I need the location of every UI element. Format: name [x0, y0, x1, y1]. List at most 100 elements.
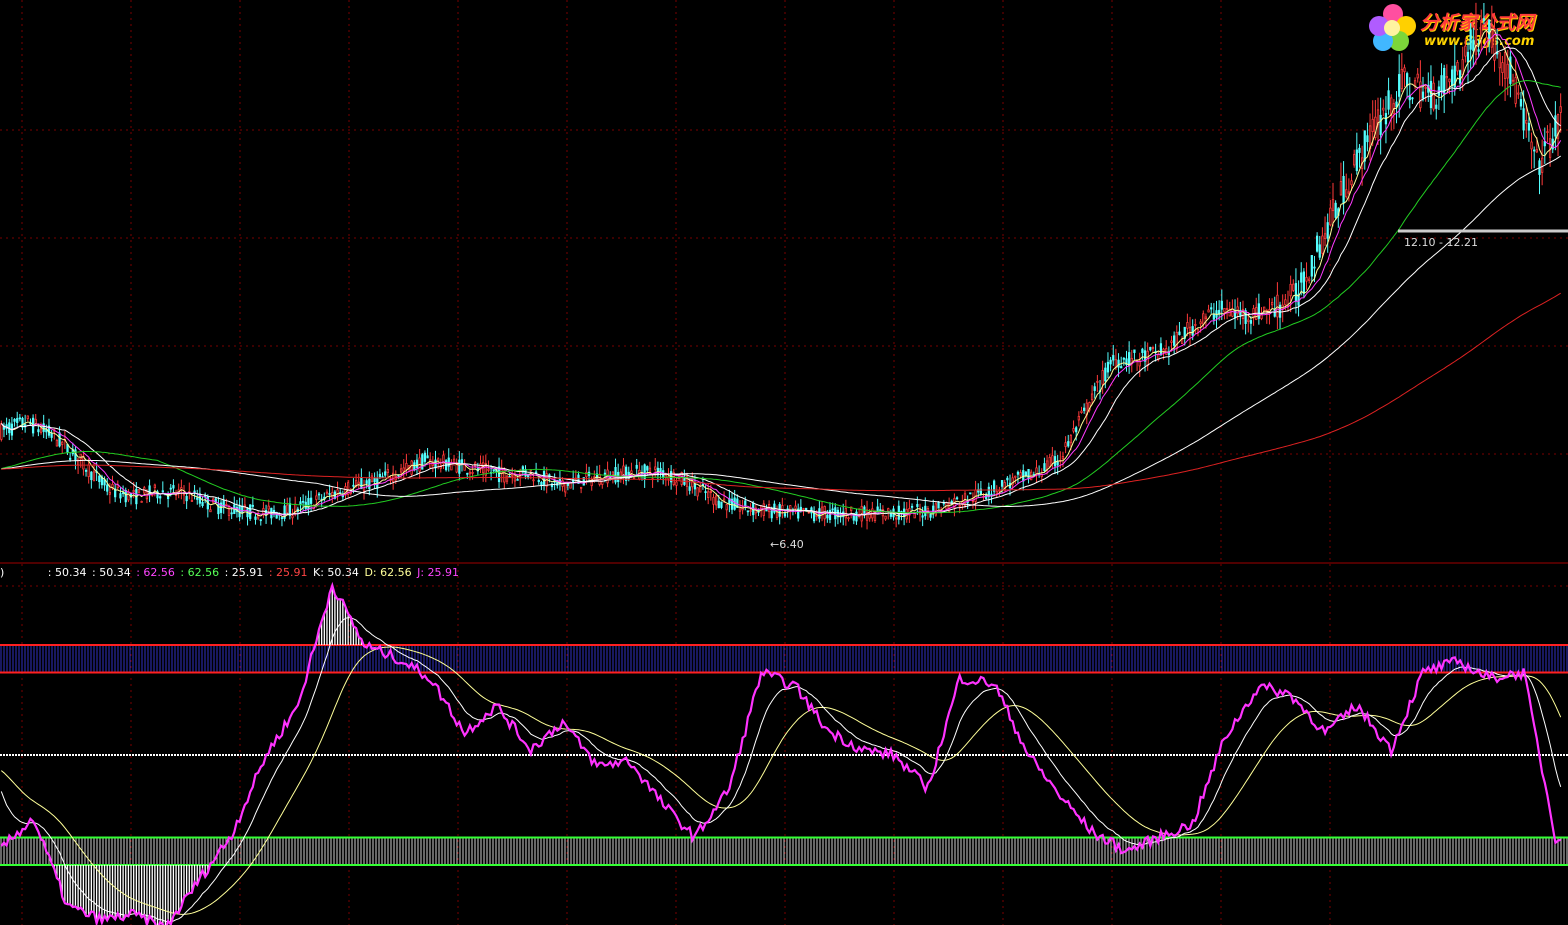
candle [1339, 162, 1343, 196]
candle-body [1379, 114, 1382, 135]
candle [1472, 27, 1475, 67]
candle-body [45, 429, 48, 433]
candle [18, 413, 21, 422]
candle-body [1329, 207, 1332, 226]
candle [1022, 464, 1025, 491]
candle-body [1493, 28, 1496, 61]
candle-body [415, 459, 419, 468]
candle-body [84, 470, 88, 472]
candle-body [1178, 331, 1181, 336]
candle-body [1276, 294, 1279, 318]
candle [90, 471, 93, 489]
candle [1122, 357, 1125, 366]
candle-body [1175, 332, 1178, 350]
candle-body [1220, 300, 1223, 310]
stock-chart: ←6.40 12.10 - 12.21 [0, 0, 1568, 925]
candle-body [1424, 86, 1427, 89]
candle [1085, 399, 1088, 425]
candle-body [280, 517, 284, 520]
grid-lines [0, 0, 1568, 925]
candle [990, 485, 993, 504]
candle [1016, 470, 1020, 484]
candle [889, 509, 892, 520]
candle [942, 499, 945, 507]
candle-body [423, 452, 427, 462]
candle [37, 425, 40, 437]
candle-body [1400, 69, 1403, 90]
candle-body [426, 455, 429, 459]
candle-body [794, 505, 797, 510]
candle [1464, 38, 1467, 63]
candle [1509, 50, 1512, 98]
candle-body [1162, 348, 1165, 352]
candle [283, 498, 286, 522]
candle-body [1345, 189, 1348, 198]
candle-body [360, 477, 363, 490]
candle-body [1173, 335, 1176, 346]
candle-body [688, 486, 691, 491]
candle [16, 411, 19, 429]
candle [1482, 3, 1486, 25]
candle [746, 510, 750, 516]
candle-body [1109, 359, 1112, 365]
candle-body [1101, 370, 1104, 385]
candle [1310, 255, 1313, 283]
candle [850, 506, 853, 519]
candle [161, 481, 164, 493]
candle-body [370, 475, 374, 483]
candle [1080, 406, 1083, 414]
candle-body [1554, 115, 1557, 137]
candle-body [847, 517, 850, 520]
candle-body [108, 492, 111, 495]
candle [1090, 385, 1094, 406]
candle [241, 498, 244, 520]
candle [384, 462, 387, 479]
candle [1477, 39, 1480, 58]
candle [288, 497, 292, 520]
candle-body [1289, 283, 1292, 297]
candle-body [61, 441, 64, 445]
candle [651, 474, 654, 488]
candle [460, 452, 464, 472]
candle [987, 482, 990, 505]
candle-body [540, 482, 543, 486]
candle [1210, 302, 1213, 314]
candle-body [717, 500, 720, 509]
candle-body [378, 473, 382, 478]
candle [153, 483, 157, 497]
candle [174, 489, 178, 501]
candle [879, 503, 882, 512]
candle [730, 492, 734, 515]
candle-body [58, 432, 61, 447]
candle [434, 450, 437, 478]
candle [1030, 469, 1033, 481]
candle-body [492, 469, 495, 472]
candle-body [802, 508, 805, 510]
candle-body [299, 501, 302, 506]
candle-body [1151, 347, 1155, 349]
candle-body [1331, 199, 1335, 212]
candle [317, 492, 321, 501]
candle-body [174, 494, 178, 496]
candle [712, 493, 715, 514]
candle [1239, 301, 1242, 325]
candle-body [1019, 472, 1022, 477]
candle-body [1326, 222, 1329, 239]
candle-body [1006, 477, 1009, 481]
candle [1233, 299, 1237, 329]
candle [119, 487, 122, 503]
candle-body [1292, 283, 1295, 291]
candle [323, 492, 326, 502]
candle-body [1159, 343, 1163, 356]
candle [1281, 294, 1284, 323]
candle-body [1096, 380, 1099, 383]
candle [188, 482, 191, 500]
candle [1125, 350, 1128, 372]
candle [561, 477, 564, 492]
candle [1559, 93, 1562, 133]
candle-body [624, 466, 628, 481]
candle-body [614, 467, 617, 483]
candle-body [749, 510, 752, 512]
candle-body [1249, 320, 1253, 324]
candle-body [225, 503, 228, 506]
